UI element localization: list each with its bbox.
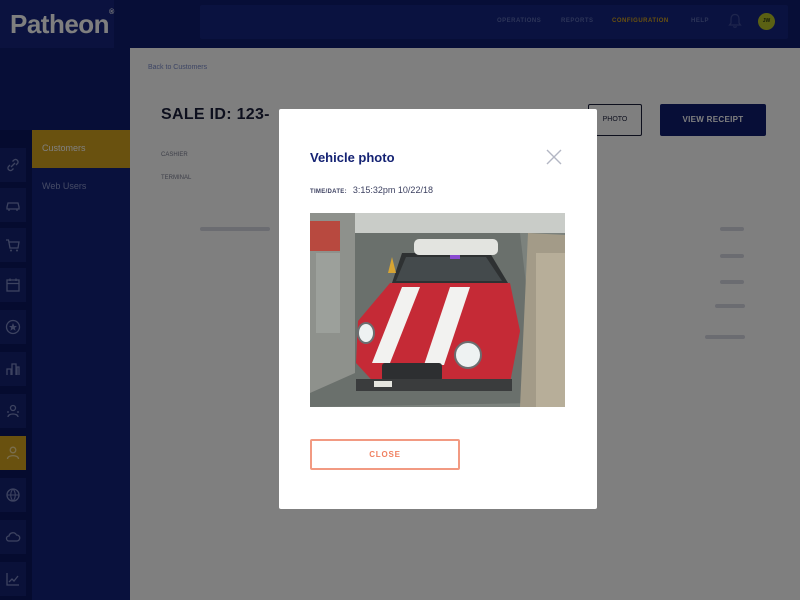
vehicle-photo-image: [310, 213, 565, 407]
timestamp-label: TIME/DATE:: [310, 189, 347, 195]
close-icon[interactable]: [545, 148, 563, 166]
timestamp-value: 3:15:32pm 10/22/18: [352, 185, 433, 195]
close-button[interactable]: CLOSE: [310, 439, 460, 470]
modal-title: Vehicle photo: [310, 150, 395, 165]
vehicle-photo: [310, 213, 565, 407]
timestamp: TIME/DATE: 3:15:32pm 10/22/18: [310, 185, 433, 195]
vehicle-photo-modal: Vehicle photo TIME/DATE: 3:15:32pm 10/22/…: [279, 109, 597, 509]
